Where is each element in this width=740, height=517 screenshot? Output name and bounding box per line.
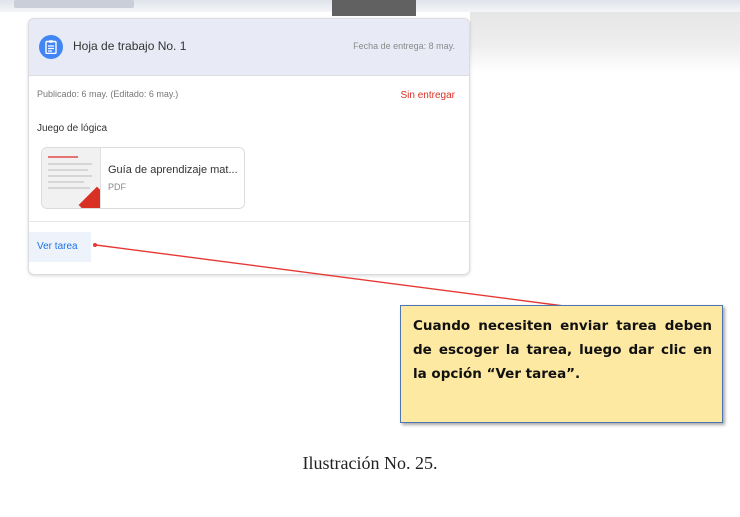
figure-caption: Ilustración No. 25. (302, 453, 438, 473)
callout-text: Cuando necesiten enviar tarea deben de e… (413, 318, 712, 382)
instruction-callout: Cuando necesiten enviar tarea deben de e… (400, 305, 723, 423)
pointer-arrow (93, 243, 565, 307)
